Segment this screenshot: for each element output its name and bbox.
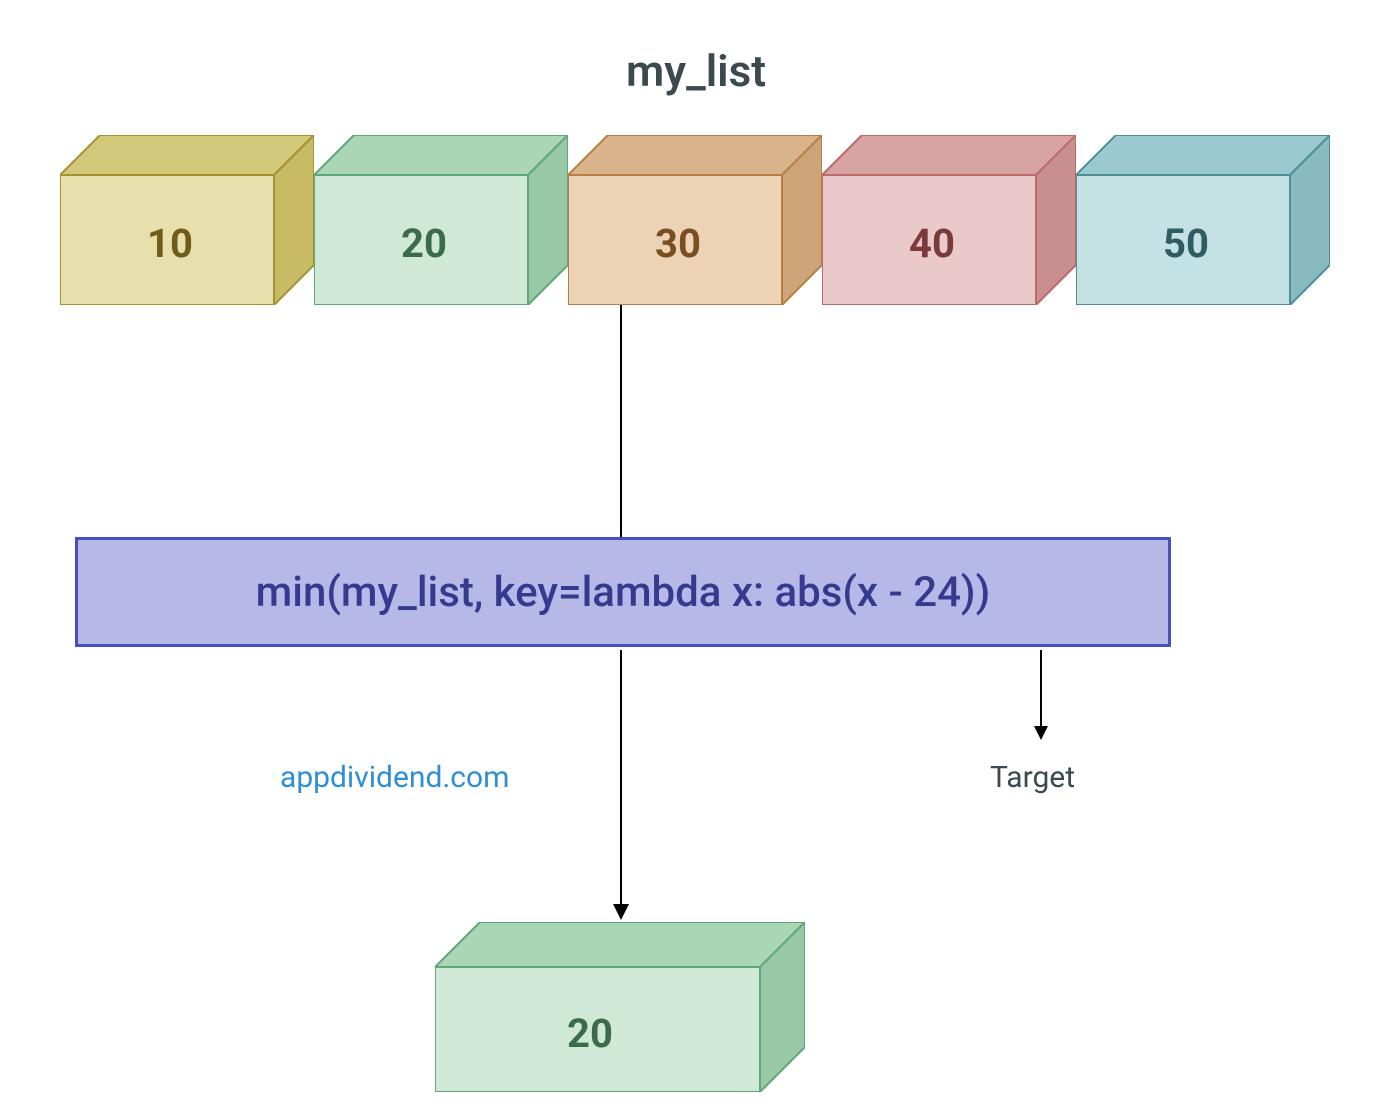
arrow-list-to-code — [620, 305, 622, 537]
diagram-title: my_list — [0, 45, 1392, 97]
code-box: min(my_list, key=lambda x: abs(x - 24)) — [75, 537, 1171, 647]
result-value: 20 — [435, 1010, 745, 1057]
list-item-value: 30 — [568, 220, 788, 267]
list-item-block: 20 — [314, 135, 568, 305]
code-text: min(my_list, key=lambda x: abs(x - 24)) — [256, 568, 991, 617]
list-row: 10 20 30 40 50 — [60, 135, 1330, 305]
list-item-value: 50 — [1076, 220, 1296, 267]
list-item-block: 40 — [822, 135, 1076, 305]
list-item-value: 10 — [60, 220, 280, 267]
list-item-block: 50 — [1076, 135, 1330, 305]
list-item-block: 30 — [568, 135, 822, 305]
list-item-block: 10 — [60, 135, 314, 305]
watermark-text: appdividend.com — [280, 760, 509, 795]
arrow-code-to-result — [620, 650, 622, 920]
target-label: Target — [990, 760, 1075, 795]
arrow-to-target-label — [1040, 650, 1042, 740]
list-item-value: 20 — [314, 220, 534, 267]
list-item-value: 40 — [822, 220, 1042, 267]
result-block: 20 — [435, 922, 805, 1092]
